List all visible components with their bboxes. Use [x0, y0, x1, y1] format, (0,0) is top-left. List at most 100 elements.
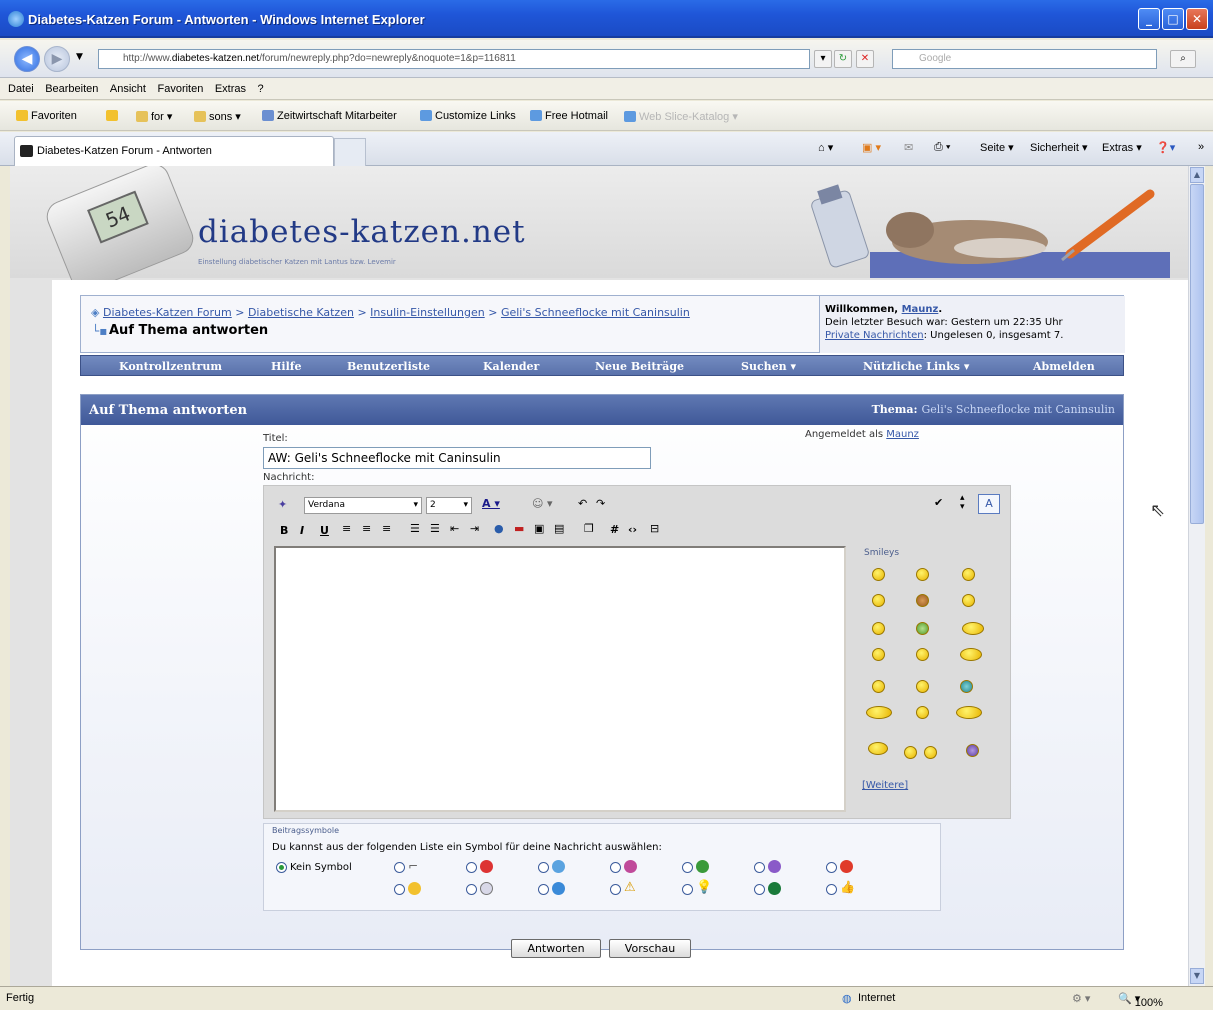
smiley-icon[interactable] [872, 568, 885, 581]
private-messages-link[interactable]: Private Nachrichten [825, 330, 924, 341]
smiley-icon[interactable] [916, 622, 929, 635]
undo-icon[interactable]: ↶ [578, 497, 587, 510]
attachment-icon[interactable]: ▤ [554, 522, 564, 535]
smiley-icon[interactable] [960, 680, 973, 693]
submit-reply-button[interactable]: Antworten [511, 939, 601, 958]
post-icon-radio[interactable] [826, 884, 837, 895]
smiley-icon[interactable] [916, 680, 929, 693]
insert-image-icon[interactable]: ▣ [534, 522, 544, 535]
menu-ansicht[interactable]: Ansicht [110, 78, 146, 100]
fav-link-customize[interactable]: Customize Links [420, 110, 516, 122]
menu-favoriten[interactable]: Favoriten [157, 78, 203, 100]
post-icon-radio[interactable] [754, 884, 765, 895]
smiley-icon[interactable] [916, 648, 929, 661]
post-icon-radio[interactable] [538, 884, 549, 895]
wysiwyg-toggle-icon[interactable]: A [978, 494, 1000, 514]
smiley-icon[interactable] [962, 594, 975, 607]
smiley-icon[interactable] [872, 594, 885, 607]
post-icon-radio[interactable] [466, 862, 477, 873]
scroll-down-icon[interactable]: ▼ [1190, 968, 1204, 984]
indent-icon[interactable]: ⇥ [470, 522, 479, 535]
post-icon-radio[interactable] [682, 862, 693, 873]
post-icon-radio[interactable] [682, 884, 693, 895]
fav-web-slice[interactable]: Web Slice-Katalog ▾ [624, 110, 738, 123]
size-select[interactable]: 2 ▾ [426, 497, 472, 514]
close-button[interactable]: ✕ [1186, 8, 1208, 30]
address-dropdown-icon[interactable]: ▾ [814, 50, 832, 68]
home-icon[interactable]: ⌂ ▾ [818, 141, 833, 154]
address-bar[interactable]: http://www.diabetes-katzen.net/forum/new… [98, 49, 810, 69]
smiley-picker-icon[interactable]: ☺ ▾ [532, 497, 553, 510]
ordered-list-icon[interactable]: ☰ [410, 522, 420, 535]
menu-datei[interactable]: Datei [8, 78, 34, 100]
outdent-icon[interactable]: ⇤ [450, 522, 459, 535]
align-left-icon[interactable]: ≡ [342, 522, 351, 535]
post-icon-radio[interactable] [610, 884, 621, 895]
smiley-icon[interactable] [904, 746, 917, 759]
nav-suchen[interactable]: Suchen ▾ [741, 360, 796, 373]
smiley-icon[interactable] [868, 742, 888, 755]
more-smilies-link[interactable]: [Weitere] [862, 780, 908, 791]
title-input[interactable]: AW: Geli's Schneeflocke mit Caninsulin [263, 447, 651, 469]
menu-extras[interactable]: Extras [215, 78, 246, 100]
vertical-scrollbar[interactable]: ▲ ▼ [1188, 166, 1205, 986]
switch-mode-icon[interactable]: ✦ [278, 498, 287, 511]
smiley-icon[interactable] [872, 680, 885, 693]
nav-nuetzliche-links[interactable]: Nützliche Links ▾ [863, 360, 969, 373]
menu-help[interactable]: ? [258, 78, 264, 100]
maximize-button[interactable]: □ [1162, 8, 1184, 30]
php-code-icon[interactable]: ⊟ [650, 522, 659, 535]
nav-kalender[interactable]: Kalender [483, 360, 539, 373]
smiley-icon[interactable] [960, 648, 982, 661]
insert-link-icon[interactable]: ● [494, 522, 504, 535]
scroll-up-icon[interactable]: ▲ [1190, 167, 1204, 183]
code-hash-icon[interactable]: # [610, 523, 619, 536]
mail-icon[interactable]: ✉ [904, 141, 913, 154]
html-code-icon[interactable]: ‹› [628, 523, 637, 536]
nav-neue-beitraege[interactable]: Neue Beiträge [595, 360, 684, 373]
align-right-icon[interactable]: ≡ [382, 522, 391, 535]
post-icon-radio[interactable] [610, 862, 621, 873]
breadcrumb-link-diabetische-katzen[interactable]: Diabetische Katzen [248, 306, 354, 319]
spellcheck-icon[interactable]: ✔ [934, 496, 943, 509]
back-button[interactable]: ◀ [14, 46, 40, 72]
redo-icon[interactable]: ↷ [596, 497, 605, 510]
italic-icon[interactable]: I [300, 524, 304, 537]
post-icon-radio[interactable] [466, 884, 477, 895]
nav-benutzerliste[interactable]: Benutzerliste [347, 360, 430, 373]
post-icon-radio[interactable] [826, 862, 837, 873]
remove-link-icon[interactable]: ▬ [514, 522, 524, 535]
post-icon-radio[interactable] [394, 884, 405, 895]
breadcrumb-link-forum[interactable]: Diabetes-Katzen Forum [103, 306, 232, 319]
post-icon-radio[interactable] [538, 862, 549, 873]
unordered-list-icon[interactable]: ☰ [430, 522, 440, 535]
new-tab-button[interactable] [334, 138, 366, 166]
forward-button[interactable]: ▶ [44, 46, 70, 72]
resize-editor-icon[interactable]: ▴ ▾ [960, 494, 965, 512]
smiley-icon[interactable] [872, 648, 885, 661]
tab-antworten[interactable]: Diabetes-Katzen Forum - Antworten [14, 136, 334, 166]
rss-feed-icon[interactable]: ▣ ▾ [862, 141, 881, 154]
zoom-level[interactable]: 🔍 100% ▾ [1118, 992, 1163, 1009]
smiley-icon[interactable] [872, 622, 885, 635]
fav-folder-sons[interactable]: sons ▾ [194, 110, 241, 123]
underline-icon[interactable]: U [320, 524, 329, 537]
refresh-icon[interactable]: ↻ [834, 50, 852, 68]
breadcrumb-link-thread[interactable]: Geli's Schneeflocke mit Caninsulin [501, 306, 690, 319]
add-favorite-icon[interactable] [106, 110, 121, 122]
nav-kontrollzentrum[interactable]: Kontrollzentrum [119, 360, 222, 373]
smiley-icon[interactable] [924, 746, 937, 759]
quote-icon[interactable]: ❐ [584, 522, 594, 535]
post-icon-radio-none[interactable] [276, 862, 287, 873]
minimize-button[interactable]: _ [1138, 8, 1160, 30]
smiley-icon[interactable] [866, 706, 892, 719]
scrollbar-thumb[interactable] [1190, 184, 1204, 524]
history-dropdown-icon[interactable]: ▼ [76, 52, 83, 62]
menu-bearbeiten[interactable]: Bearbeiten [45, 78, 98, 100]
message-textarea[interactable] [274, 546, 846, 812]
smiley-icon[interactable] [916, 706, 929, 719]
smiley-icon[interactable] [966, 744, 979, 757]
smiley-icon[interactable] [916, 594, 929, 607]
post-icon-radio[interactable] [754, 862, 765, 873]
smiley-icon[interactable] [962, 622, 984, 635]
